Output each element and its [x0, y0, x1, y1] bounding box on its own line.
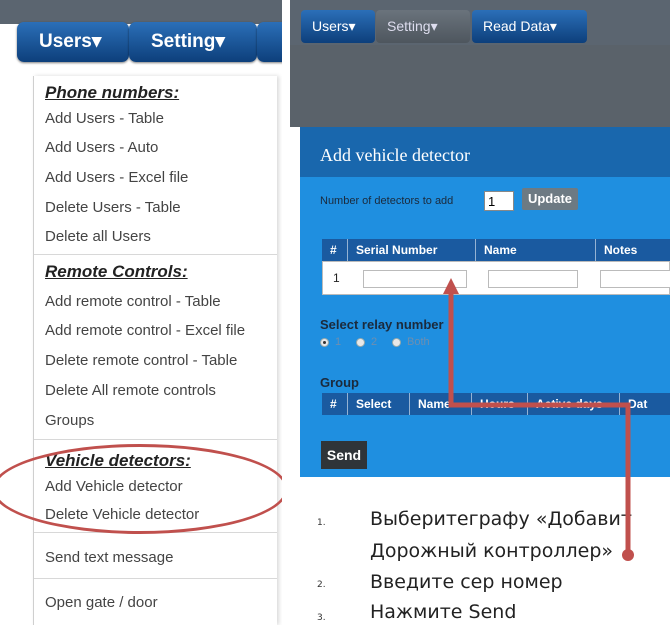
col-number: #	[322, 239, 348, 261]
step-1-number: 1.	[317, 518, 326, 528]
col-hours: Hours	[472, 393, 528, 415]
step-1-text: Выберитеграфу «Добавит	[370, 508, 632, 530]
relay-radio-both[interactable]	[392, 338, 401, 347]
setting-menu-button[interactable]: Setting▾	[376, 10, 470, 43]
menu-item-add-users-table[interactable]: Add Users - Table	[45, 110, 164, 127]
step-3-number: 3.	[317, 613, 326, 623]
step-3-text: Нажмите Send	[370, 601, 517, 623]
send-button[interactable]: Send	[321, 441, 367, 469]
detector-table-header: # Serial Number Name Notes	[322, 239, 670, 261]
name-input[interactable]	[488, 270, 578, 288]
page-background	[290, 45, 670, 127]
menu-item-add-users-auto[interactable]: Add Users - Auto	[45, 139, 158, 156]
relay-option-1-label: 1	[335, 336, 342, 348]
notes-input[interactable]	[600, 270, 670, 288]
step-2-number: 2.	[317, 580, 326, 590]
menu-item-add-remote-excel[interactable]: Add remote control - Excel file	[45, 322, 245, 339]
left-screenshot: Users▾ Setting▾ Phone numbers: Add Users…	[0, 0, 282, 625]
col-name: Name	[410, 393, 472, 415]
dialog-title: Add vehicle detector	[320, 145, 470, 165]
red-annotation-oval	[0, 444, 282, 534]
users-dropdown-menu: Phone numbers: Add Users - Table Add Use…	[33, 76, 277, 625]
menu-item-add-users-excel[interactable]: Add Users - Excel file	[45, 169, 188, 186]
detector-count-label: Number of detectors to add	[320, 195, 454, 207]
right-screenshot: Users▾ Setting▾ Read Data▾ Add vehicle d…	[290, 0, 670, 625]
col-name: Name	[476, 239, 596, 261]
detector-table: # Serial Number Name Notes 1	[322, 239, 670, 295]
relay-option-2-label: 2	[371, 336, 378, 348]
phone-numbers-header: Phone numbers:	[45, 83, 180, 102]
relay-label: Select relay number	[320, 317, 444, 332]
menu-divider	[34, 578, 277, 579]
arrow-tail-dot	[622, 549, 634, 561]
step-1-text-line2: Дорожный контроллер»	[370, 540, 614, 562]
setting-menu-button[interactable]: Setting▾	[129, 22, 257, 62]
remote-controls-header: Remote Controls:	[45, 262, 188, 281]
col-active-days: Active days	[528, 393, 620, 415]
relay-radio-2[interactable]	[356, 338, 365, 347]
col-notes: Notes	[596, 239, 670, 261]
group-label: Group	[320, 375, 359, 390]
update-button[interactable]: Update	[522, 188, 578, 210]
detector-count-input[interactable]: 1	[484, 191, 514, 211]
relay-radio-1[interactable]	[320, 338, 329, 347]
col-number: #	[322, 393, 348, 415]
read-data-menu-button[interactable]: Read Data▾	[472, 10, 587, 43]
menu-item-delete-all-remotes[interactable]: Delete All remote controls	[45, 382, 216, 399]
left-navbar: Users▾ Setting▾	[0, 0, 282, 80]
relay-option-both-label: Both	[407, 336, 430, 348]
menu-divider	[34, 254, 277, 255]
menu-item-send-text-message[interactable]: Send text message	[45, 549, 173, 566]
menu-item-delete-users-table[interactable]: Delete Users - Table	[45, 199, 181, 216]
menu-item-delete-remote-table[interactable]: Delete remote control - Table	[45, 352, 237, 369]
users-menu-button[interactable]: Users▾	[301, 10, 375, 43]
col-serial-number: Serial Number	[348, 239, 476, 261]
step-2-text: Введите сер номер	[370, 571, 563, 593]
dialog-title-bar: Add vehicle detector	[300, 127, 670, 177]
menu-item-groups[interactable]: Groups	[45, 412, 94, 429]
table-row: 1	[322, 261, 670, 295]
col-select: Select	[348, 393, 410, 415]
right-navbar: Users▾ Setting▾ Read Data▾	[290, 0, 670, 45]
col-date: Dat	[628, 397, 648, 411]
serial-number-input[interactable]	[363, 270, 467, 288]
row-number: 1	[333, 271, 340, 285]
menu-item-open-gate[interactable]: Open gate / door	[45, 594, 158, 611]
menu-divider	[34, 439, 277, 440]
add-vehicle-detector-dialog: Add vehicle detector Number of detectors…	[300, 127, 670, 477]
next-menu-button[interactable]	[257, 22, 282, 62]
users-menu-button[interactable]: Users▾	[17, 22, 129, 62]
navbar-strip	[0, 0, 282, 24]
group-table-header: # Select Name Hours Active days Dat	[322, 393, 670, 415]
menu-item-delete-all-users[interactable]: Delete all Users	[45, 228, 151, 245]
menu-item-add-remote-table[interactable]: Add remote control - Table	[45, 293, 221, 310]
